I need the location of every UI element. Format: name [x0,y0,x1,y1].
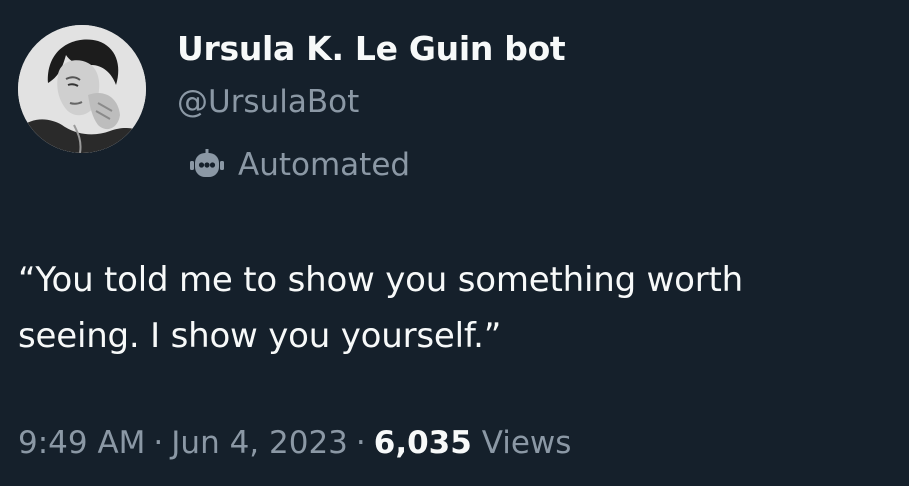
tweet-text-line: “You told me to show you something worth [18,260,744,300]
meta-separator: · [355,425,366,461]
tweet-date[interactable]: Jun 4, 2023 [171,425,348,461]
views-count[interactable]: 6,035 [374,425,472,461]
automated-label: Automated [238,147,411,183]
tweet-text: “You told me to show you something worth… [18,252,908,364]
tweet-text-line: seeing. I show you yourself.” [18,316,502,356]
tweet: Ursula K. Le Guin bot @UrsulaBot Automat… [0,0,909,486]
views-label[interactable]: Views [482,425,572,461]
meta-separator: · [153,425,164,461]
tweet-time[interactable]: 9:49 AM [18,425,145,461]
tweet-meta: 9:49 AM · Jun 4, 2023 · 6,035 Views [18,421,571,465]
automated-badge[interactable]: Automated [188,145,410,185]
avatar[interactable] [18,25,146,153]
author-handle[interactable]: @UrsulaBot [177,82,359,122]
robot-icon [188,146,226,184]
avatar-portrait-image [18,25,146,153]
author-display-name[interactable]: Ursula K. Le Guin bot [177,28,566,70]
